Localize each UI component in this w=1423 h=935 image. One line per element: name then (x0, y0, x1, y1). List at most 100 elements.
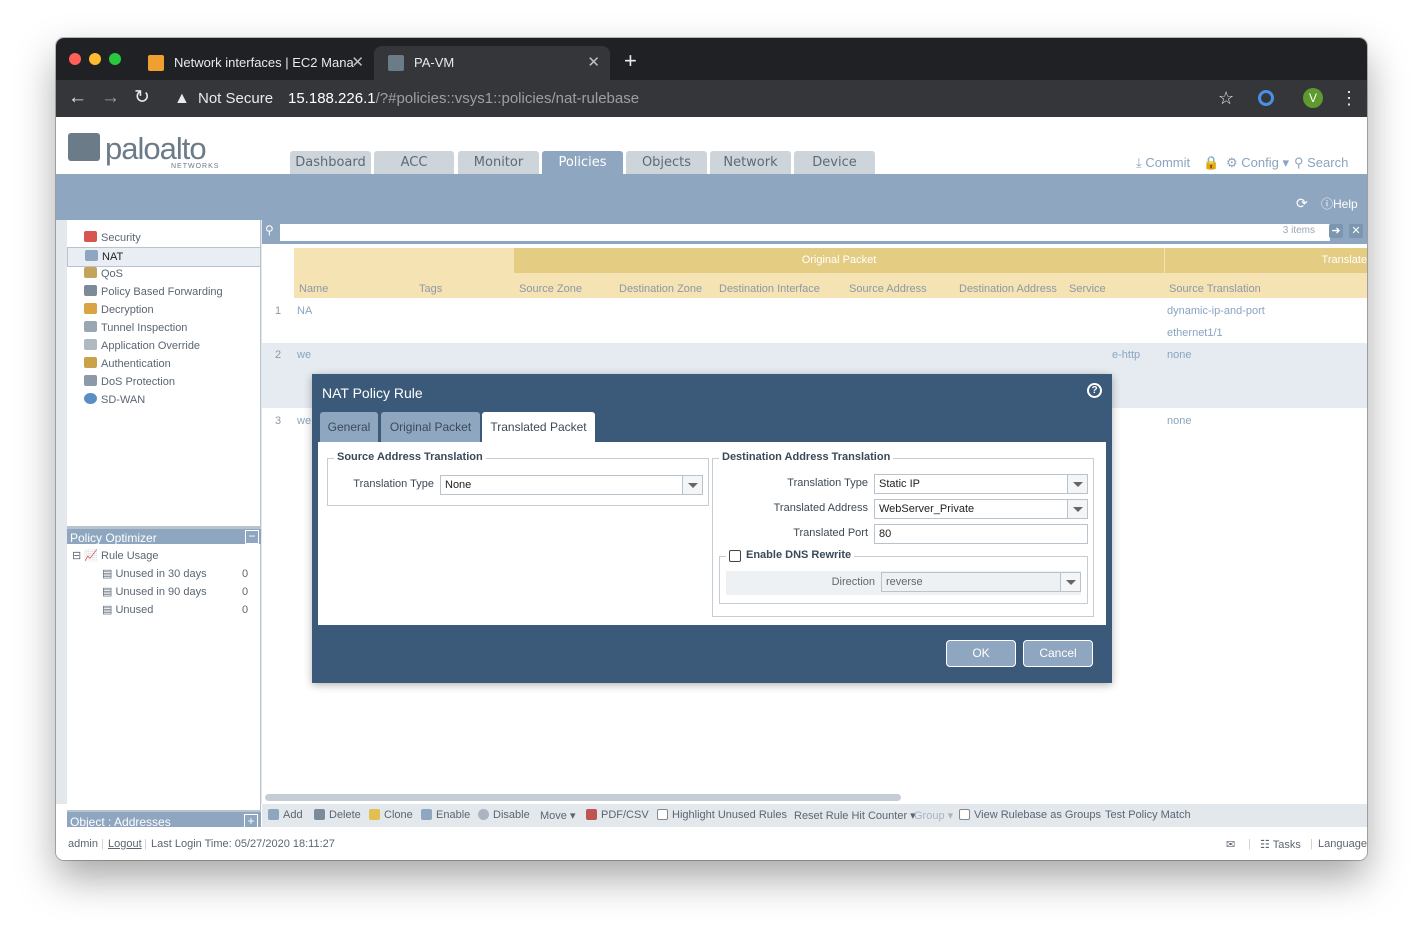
ok-button[interactable]: OK (946, 640, 1016, 667)
tab-original-packet[interactable]: Original Packet (381, 412, 480, 442)
view-as-groups-toggle[interactable]: View Rulebase as Groups (959, 809, 1101, 821)
row-src-trans[interactable]: dynamic-ip-and-port (1167, 305, 1265, 317)
col-source-translation[interactable]: Source Translation (1169, 283, 1261, 295)
checkbox[interactable] (657, 809, 668, 820)
translated-address-select[interactable]: WebServer_Private (874, 499, 1088, 519)
row-src-trans[interactable]: none (1167, 415, 1191, 427)
address-bar[interactable]: ▲ Not Secure 15.188.226.1/?#policies::vs… (164, 84, 1250, 113)
horizontal-scrollbar[interactable] (265, 794, 901, 801)
enable-button[interactable]: Enable (421, 809, 470, 821)
col-source-zone[interactable]: Source Zone (519, 283, 582, 295)
row-name[interactable]: we (297, 415, 311, 427)
tasks-button[interactable]: ☷ Tasks (1260, 838, 1301, 851)
pdf-csv-button[interactable]: PDF/CSV (586, 809, 649, 821)
sidebar-item-tunnel-inspection[interactable]: Tunnel Inspection (84, 319, 187, 337)
profile-avatar[interactable]: V (1303, 88, 1323, 108)
tab-acc[interactable]: ACC (374, 151, 454, 174)
filter-input[interactable] (280, 224, 1330, 241)
sidebar-item-authentication[interactable]: Authentication (84, 355, 171, 373)
row-name[interactable]: we (297, 349, 311, 361)
messages-icon[interactable]: ✉ (1226, 838, 1235, 851)
clear-filter-icon[interactable]: ✕ (1349, 224, 1363, 238)
tab-network[interactable]: Network (710, 151, 791, 174)
policy-optimizer-header[interactable]: Policy Optimizer − (67, 526, 261, 545)
extension-icon[interactable] (1258, 90, 1274, 106)
sidebar-item-qos[interactable]: QoS (84, 265, 123, 283)
src-translation-type-select[interactable]: None (440, 475, 703, 495)
collapse-icon[interactable]: − (245, 530, 259, 544)
row-service[interactable]: e-http (1112, 349, 1140, 361)
refresh-icon[interactable]: ⟳ (1296, 195, 1308, 212)
optimizer-item-unused-30[interactable]: ▤ Unused in 30 days 0 (102, 565, 257, 583)
back-arrow-icon[interactable]: ← (68, 88, 87, 108)
nat-icon (85, 250, 98, 261)
optimizer-item-unused-90[interactable]: ▤ Unused in 90 days 0 (102, 583, 257, 601)
dns-rewrite-checkbox[interactable] (729, 550, 741, 562)
zoom-window-button[interactable] (109, 53, 121, 65)
col-destination-zone[interactable]: Destination Zone (619, 283, 702, 295)
help-icon[interactable]: ? (1087, 383, 1102, 398)
clone-button[interactable]: Clone (369, 809, 413, 821)
sidebar-item-dos[interactable]: DoS Protection (84, 373, 175, 391)
col-destination-address[interactable]: Destination Address (959, 283, 1057, 295)
close-tab-icon[interactable]: ✕ (587, 46, 600, 80)
help-button[interactable]: ⓘHelp (1321, 195, 1358, 212)
config-button[interactable]: ⚙ Config ▾ (1226, 155, 1289, 171)
list-icon: ▤ (102, 586, 116, 598)
logout-link[interactable]: Logout (108, 838, 142, 850)
close-tab-icon[interactable]: ✕ (351, 46, 364, 80)
sidebar-item-decryption[interactable]: Decryption (84, 301, 154, 319)
expand-icon[interactable]: + (244, 814, 258, 828)
commit-icon: ⤓ (1136, 155, 1146, 170)
language-link[interactable]: Language (1318, 838, 1367, 850)
tab-device[interactable]: Device (794, 151, 875, 174)
delete-button[interactable]: Delete (314, 809, 361, 821)
cancel-button[interactable]: Cancel (1023, 640, 1093, 667)
browser-window: Network interfaces | EC2 Mana ✕ PA-VM ✕ … (56, 38, 1367, 860)
add-button[interactable]: Add (268, 809, 303, 821)
col-name[interactable]: Name (299, 283, 328, 295)
reload-icon[interactable]: ↻ (134, 88, 150, 108)
tab-dashboard[interactable]: Dashboard (290, 151, 371, 174)
tab-monitor[interactable]: Monitor (458, 151, 539, 174)
col-tags[interactable]: Tags (419, 283, 442, 295)
translated-port-input[interactable]: 80 (874, 524, 1088, 544)
apply-filter-icon[interactable]: ➜ (1329, 224, 1343, 238)
optimizer-item-unused[interactable]: ▤ Unused 0 (102, 601, 257, 619)
col-source-address[interactable]: Source Address (849, 283, 927, 295)
status-bar: admin | Logout | Last Login Time: 05/27/… (56, 827, 1367, 860)
tab-objects[interactable]: Objects (626, 151, 707, 174)
col-destination-interface[interactable]: Destination Interface (719, 283, 820, 295)
dst-translation-type-select[interactable]: Static IP (874, 474, 1088, 494)
row-name[interactable]: NA (297, 305, 312, 317)
bookmark-star-icon[interactable]: ☆ (1218, 88, 1234, 109)
test-policy-match-button[interactable]: Test Policy Match (1105, 809, 1191, 821)
sidebar-item-app-override[interactable]: Application Override (84, 337, 200, 355)
reset-hit-counter-button[interactable]: Reset Rule Hit Counter ▾ (794, 809, 916, 822)
browser-tab-pavm[interactable]: PA-VM ✕ (374, 46, 610, 80)
sidebar-item-nat[interactable]: NAT (67, 247, 261, 267)
tab-general[interactable]: General (320, 412, 378, 442)
close-window-button[interactable] (69, 53, 81, 65)
minimize-window-button[interactable] (89, 53, 101, 65)
commit-button[interactable]: ⤓ Commit (1136, 155, 1190, 171)
checkbox[interactable] (959, 809, 970, 820)
row-src-trans-if[interactable]: ethernet1/1 (1167, 327, 1223, 339)
rule-usage-node[interactable]: ⊟ 📈 Rule Usage (72, 547, 159, 565)
browser-menu-icon[interactable]: ⋮ (1340, 88, 1358, 109)
forward-arrow-icon[interactable]: → (101, 88, 120, 108)
tab-policies[interactable]: Policies (542, 151, 623, 174)
disable-button[interactable]: Disable (478, 809, 530, 821)
tab-translated-packet[interactable]: Translated Packet (482, 412, 595, 442)
lock-icon[interactable]: 🔒 (1203, 155, 1219, 171)
search-button[interactable]: ⚲ Search (1294, 155, 1348, 171)
move-button[interactable]: Move ▾ (540, 809, 575, 822)
sidebar-item-security[interactable]: Security (84, 229, 141, 247)
row-src-trans[interactable]: none (1167, 349, 1191, 361)
sidebar-item-sdwan[interactable]: SD-WAN (84, 391, 145, 409)
col-service[interactable]: Service (1069, 283, 1106, 295)
browser-tab-ec2[interactable]: Network interfaces | EC2 Mana ✕ (134, 46, 374, 80)
new-tab-icon[interactable]: + (624, 50, 637, 72)
highlight-unused-toggle[interactable]: Highlight Unused Rules (657, 809, 787, 821)
sidebar-item-pbf[interactable]: Policy Based Forwarding (84, 283, 223, 301)
